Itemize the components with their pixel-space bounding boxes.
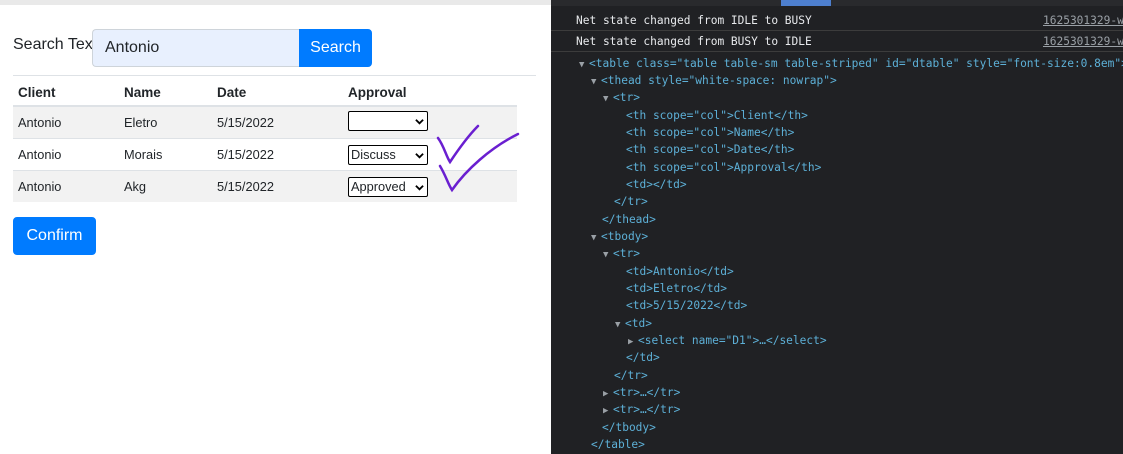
- approval-select-value: Approved: [351, 178, 406, 194]
- node-text: <tbody>: [601, 230, 649, 243]
- tree-tr2-open[interactable]: ▼ <tr>: [603, 245, 640, 262]
- web-app-pane: Search Text Search Client Name Date Appr…: [0, 0, 551, 454]
- node-text: <td>Eletro</td>: [626, 282, 728, 295]
- node-text: </tr>: [614, 195, 648, 208]
- node-text: </tr>: [614, 369, 648, 382]
- header-name: Name: [119, 79, 212, 107]
- console-message: Net state changed from IDLE to BUSY 1625…: [551, 10, 1123, 31]
- divider: [13, 75, 536, 76]
- node-text: </table>: [591, 438, 645, 451]
- console-message-text: Net state changed from IDLE to BUSY: [576, 14, 812, 27]
- chevron-down-icon: [415, 184, 424, 191]
- node-text: <td>5/15/2022</td>: [626, 299, 748, 312]
- devtools-toolbar: [551, 0, 1123, 6]
- node-text: <select name="D1">…</select>: [638, 334, 827, 347]
- tree-td-name[interactable]: <td>Eletro</td>: [626, 280, 727, 297]
- search-button[interactable]: Search: [299, 29, 372, 67]
- node-text: <td></td>: [626, 178, 687, 191]
- top-strip: [0, 0, 551, 5]
- console-source-link[interactable]: 1625301329-w: [1043, 14, 1123, 27]
- table-header-row: Client Name Date Approval: [13, 79, 517, 107]
- tree-thead-close[interactable]: </thead>: [602, 211, 656, 228]
- tree-thead-open[interactable]: ▼ <thead style="white-space: nowrap">: [591, 72, 837, 89]
- tree-td-client[interactable]: <td>Antonio</td>: [626, 263, 734, 280]
- tree-select[interactable]: ▶ <select name="D1">…</select>: [628, 332, 827, 349]
- node-text: <th scope="col">Approval</th>: [626, 161, 822, 174]
- tree-td-empty[interactable]: <td></td>: [626, 176, 687, 193]
- node-text: </td>: [626, 351, 660, 364]
- expanded-triangle-icon[interactable]: ▼: [591, 74, 601, 91]
- expanded-triangle-icon[interactable]: ▼: [615, 317, 625, 334]
- cell-date: 5/15/2022: [212, 170, 343, 202]
- tree-tr-collapsed[interactable]: ▶ <tr>…</tr>: [603, 384, 680, 401]
- node-text: <th scope="col">Client</th>: [626, 109, 808, 122]
- tree-th-date[interactable]: <th scope="col">Date</th>: [626, 141, 794, 158]
- node-text: <tr>: [613, 247, 640, 260]
- handwritten-checkmarks-annotation: [436, 124, 520, 193]
- node-text: <td>Antonio</td>: [626, 265, 734, 278]
- tree-table-open[interactable]: ▼ <table class="table table-sm table-stri…: [579, 55, 1123, 72]
- confirm-button[interactable]: Confirm: [13, 217, 96, 255]
- chevron-down-icon: [415, 119, 424, 125]
- search-input[interactable]: [92, 29, 299, 67]
- tree-table-close[interactable]: </table>: [591, 436, 645, 453]
- chevron-down-icon: [415, 152, 424, 159]
- tree-th-name[interactable]: <th scope="col">Name</th>: [626, 124, 794, 141]
- collapsed-triangle-icon[interactable]: ▶: [603, 403, 613, 420]
- expanded-triangle-icon[interactable]: ▼: [603, 247, 613, 264]
- devtools-pane: Net state changed from IDLE to BUSY 1625…: [551, 0, 1123, 454]
- tree-tbody-open[interactable]: ▼ <tbody>: [591, 228, 648, 245]
- tree-tr-collapsed[interactable]: ▶ <tr>…</tr>: [603, 401, 680, 418]
- tree-th-approval[interactable]: <th scope="col">Approval</th>: [626, 159, 821, 176]
- cell-client: Antonio: [13, 170, 119, 202]
- tree-tr2-close[interactable]: </tr>: [614, 367, 648, 384]
- console-source-link[interactable]: 1625301329-w: [1043, 35, 1123, 48]
- cell-date: 5/15/2022: [212, 138, 343, 171]
- expanded-triangle-icon[interactable]: ▼: [603, 91, 613, 108]
- tree-th-client[interactable]: <th scope="col">Client</th>: [626, 107, 808, 124]
- node-text: </tbody>: [602, 421, 656, 434]
- expanded-triangle-icon[interactable]: ▼: [591, 230, 601, 247]
- approval-select-value: Discuss: [351, 146, 396, 162]
- search-label: Search Text: [13, 36, 98, 53]
- console-message-text: Net state changed from BUSY to IDLE: [576, 35, 812, 48]
- cell-name: Akg: [119, 170, 212, 202]
- node-text: <td>: [625, 317, 652, 330]
- console-message: Net state changed from BUSY to IDLE 1625…: [551, 31, 1123, 52]
- cell-date: 5/15/2022: [212, 105, 343, 139]
- header-client: Client: [13, 79, 119, 107]
- tree-td-close[interactable]: </td>: [626, 349, 660, 366]
- node-text: <th scope="col">Date</th>: [626, 143, 795, 156]
- tree-tbody-close[interactable]: </tbody>: [602, 419, 656, 436]
- header-approval: Approval: [343, 79, 517, 107]
- tree-tr-close[interactable]: </tr>: [614, 193, 648, 210]
- node-text: <th scope="col">Name</th>: [626, 126, 795, 139]
- tree-td-open[interactable]: ▼ <td>: [615, 315, 652, 332]
- approval-select[interactable]: Discuss: [348, 144, 428, 165]
- cell-client: Antonio: [13, 138, 119, 171]
- expanded-triangle-icon[interactable]: ▼: [579, 57, 589, 74]
- tree-td-date[interactable]: <td>5/15/2022</td>: [626, 297, 747, 314]
- node-text: <tr>: [613, 91, 640, 104]
- node-text: </thead>: [602, 213, 656, 226]
- node-text: <tr>…</tr>: [613, 403, 681, 416]
- filter-selection[interactable]: [781, 0, 831, 6]
- tree-tr-open[interactable]: ▼ <tr>: [603, 89, 640, 106]
- node-text: <tr>…</tr>: [613, 386, 681, 399]
- approval-select[interactable]: [348, 111, 428, 131]
- header-date: Date: [212, 79, 343, 107]
- cell-client: Antonio: [13, 105, 119, 139]
- cell-name: Eletro: [119, 105, 212, 139]
- approval-select[interactable]: Approved: [348, 176, 428, 197]
- node-text: <thead style="white-space: nowrap">: [601, 74, 837, 87]
- cell-name: Morais: [119, 138, 212, 171]
- node-text: <table class="table table-sm table-strip…: [589, 57, 1123, 70]
